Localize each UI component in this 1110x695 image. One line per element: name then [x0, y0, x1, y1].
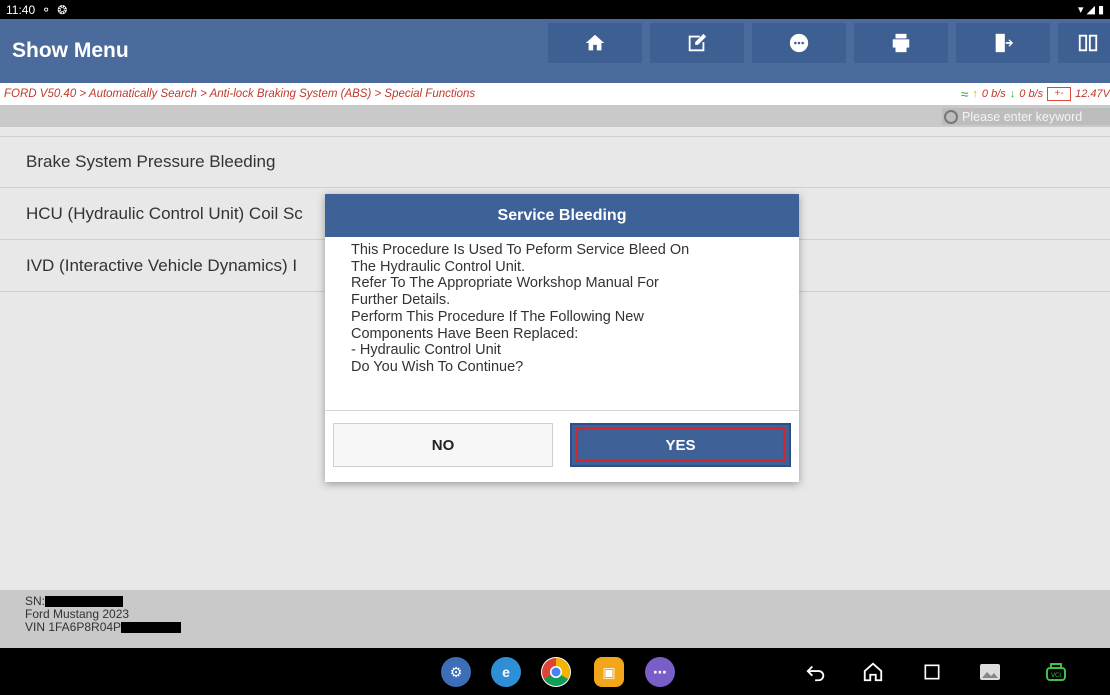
- dialog-line: Components Have Been Replaced:: [351, 325, 579, 342]
- split-view-button[interactable]: [1058, 23, 1110, 63]
- dialog-line: - Hydraulic Control Unit: [351, 342, 501, 359]
- recents-button[interactable]: [916, 656, 948, 688]
- search-placeholder: Please enter keyword: [962, 109, 1083, 124]
- split-view-icon: [1078, 34, 1098, 52]
- gallery-icon: [980, 664, 1000, 680]
- wifi-status-icon: ▾: [1077, 4, 1084, 16]
- download-arrow-icon: ↓: [1009, 88, 1016, 100]
- yes-button[interactable]: YES: [570, 423, 791, 467]
- home-icon: [863, 662, 883, 682]
- breadcrumb: FORD V50.40 > Automatically Search > Ant…: [4, 88, 476, 100]
- home-button[interactable]: [548, 23, 642, 63]
- page-title: Show Menu: [12, 39, 129, 62]
- dialog-title: Service Bleeding: [325, 194, 799, 237]
- browser-app-icon[interactable]: e: [491, 657, 521, 687]
- screen: 11:40 ⚬ ❂ ▾ ◢ ▮ Show Menu FORD V50.40 > …: [0, 0, 1110, 695]
- svg-text:VCI: VCI: [1051, 672, 1061, 679]
- list-item-brake-pressure-bleeding[interactable]: Brake System Pressure Bleeding: [0, 136, 1110, 188]
- edit-icon: [688, 33, 707, 52]
- home-nav-button[interactable]: [857, 656, 889, 688]
- voltage-reading: 12.47V: [1075, 88, 1110, 100]
- print-icon: [892, 33, 910, 53]
- service-bleeding-dialog: Service Bleeding This Procedure Is Used …: [325, 194, 799, 482]
- chrome-app-icon[interactable]: [541, 657, 571, 687]
- dialog-line: The Hydraulic Control Unit.: [351, 258, 526, 275]
- car-battery-icon: +-: [1047, 87, 1072, 101]
- exit-button[interactable]: [956, 23, 1050, 63]
- dialog-buttons: NO YES: [325, 411, 799, 481]
- signal-icon: ◢: [1086, 4, 1095, 16]
- app-drawer-icon[interactable]: ⋯: [645, 657, 675, 687]
- dialog-line: Further Details.: [351, 292, 451, 309]
- list-item-label: Brake System Pressure Bleeding: [26, 152, 276, 171]
- edit-button[interactable]: [650, 23, 744, 63]
- back-button[interactable]: [800, 656, 832, 688]
- vci-icon: VCI: [1046, 663, 1066, 681]
- redaction-bar: [121, 622, 182, 634]
- status-bar: 11:40 ⚬ ❂ ▾ ◢ ▮: [0, 0, 1110, 19]
- print-button[interactable]: [854, 23, 948, 63]
- search-input[interactable]: Please enter keyword: [942, 108, 1110, 125]
- battery-status-icon: ▮: [1097, 4, 1104, 16]
- chat-icon: [789, 33, 809, 53]
- navigation-bar: ⚙ e ▣ ⋯ VCI: [0, 648, 1110, 695]
- redaction-bar: [45, 596, 124, 608]
- chat-button[interactable]: [752, 23, 846, 63]
- dialog-message: This Procedure Is Used To Peform Service…: [325, 237, 799, 411]
- upload-arrow-icon: ↑: [972, 88, 978, 100]
- status-time: 11:40: [6, 2, 36, 17]
- search-bar: Please enter keyword: [0, 105, 1110, 127]
- connection-stats: ≈ ↑ 0 b/s ↓ 0 b/s +- 12.47V: [961, 83, 1110, 105]
- list-item-label: HCU (Hydraulic Control Unit) Coil Sc: [26, 203, 303, 223]
- files-app-icon[interactable]: ▣: [594, 657, 624, 687]
- dialog-line: Perform This Procedure If The Following …: [351, 308, 644, 325]
- yes-button-label: YES: [665, 436, 696, 454]
- exit-icon: [995, 33, 1014, 53]
- dialog-line: Do You Wish To Continue?: [351, 358, 524, 375]
- back-icon: [806, 665, 825, 682]
- upload-rate: 0 b/s: [981, 88, 1006, 100]
- vci-button[interactable]: VCI: [1040, 656, 1072, 688]
- search-icon: [944, 109, 958, 124]
- app-header: Show Menu: [0, 19, 1110, 83]
- settings-app-icon[interactable]: ⚙: [441, 657, 471, 687]
- toolbar: [548, 23, 1110, 63]
- home-icon: [585, 34, 605, 51]
- no-button[interactable]: NO: [333, 423, 553, 467]
- vehicle-model: Ford Mustang 2023: [25, 607, 130, 621]
- message-icon: ⚬: [41, 2, 52, 17]
- notification-icon: ❂: [57, 2, 68, 17]
- recents-icon: [924, 664, 940, 680]
- dialog-line: This Procedure Is Used To Peform Service…: [351, 242, 690, 258]
- sn-label: SN:: [25, 594, 46, 608]
- vehicle-info: SN: Ford Mustang 2023 VIN 1FA6P8R04P: [0, 590, 1110, 648]
- breadcrumb-bar: FORD V50.40 > Automatically Search > Ant…: [0, 83, 1110, 105]
- wifi-icon: ≈: [960, 86, 969, 102]
- gallery-button[interactable]: [974, 656, 1006, 688]
- download-rate: 0 b/s: [1019, 88, 1044, 100]
- list-item-label: IVD (Interactive Vehicle Dynamics) I: [26, 255, 298, 275]
- dialog-line: Refer To The Appropriate Workshop Manual…: [351, 275, 659, 292]
- vin-label: VIN 1FA6P8R04P: [25, 620, 122, 634]
